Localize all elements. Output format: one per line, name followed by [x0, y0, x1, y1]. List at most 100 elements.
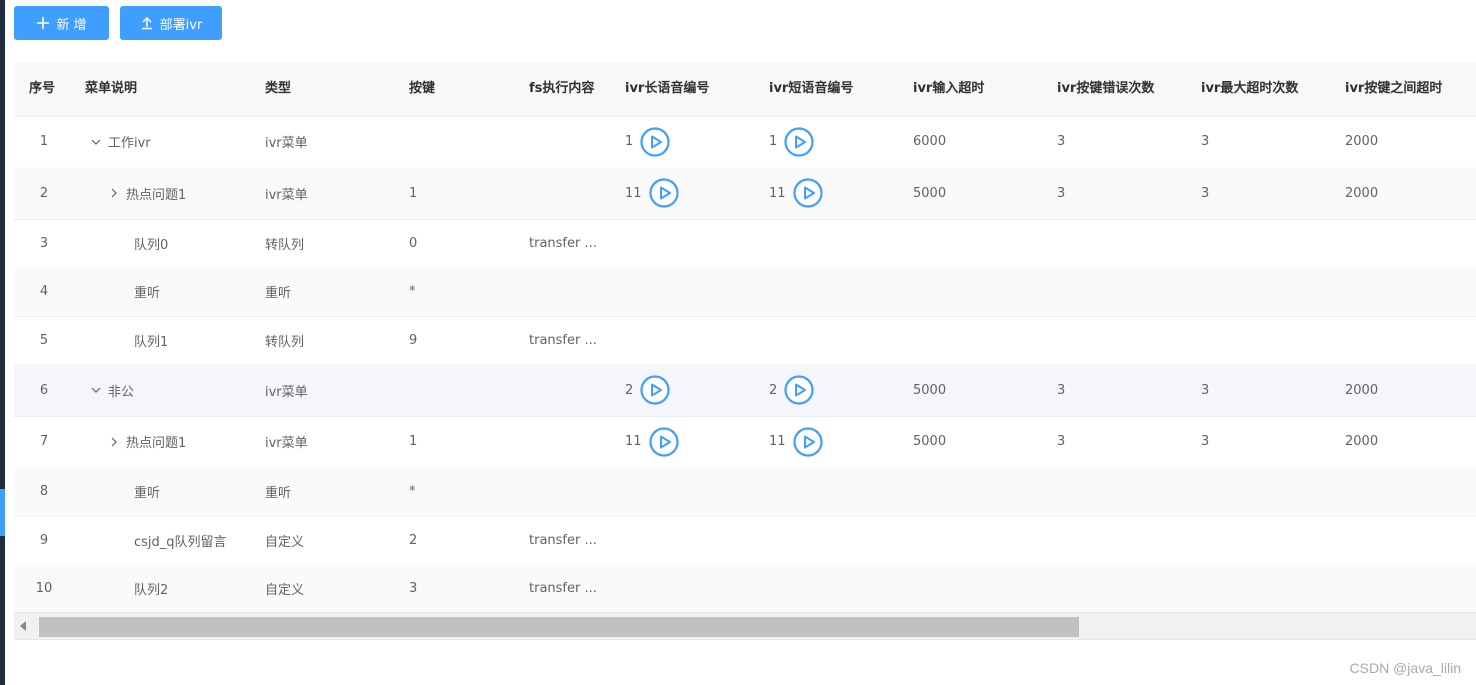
table-row[interactable]: 8 重听 重听 * [14, 467, 1476, 517]
header-max-timeouts[interactable]: ivr最大超时次数 [1201, 62, 1298, 116]
voice-id: 2 [625, 382, 634, 398]
header-long-voice[interactable]: ivr长语音编号 [625, 62, 709, 116]
cell-index: 5 [39, 332, 49, 348]
add-button[interactable]: 新 增 [14, 6, 109, 40]
cell-key: 0 [409, 235, 418, 251]
chevron-down-icon[interactable] [90, 136, 102, 148]
cell-key: * [409, 484, 416, 499]
play-icon[interactable] [640, 375, 670, 405]
cell-key: 1 [409, 185, 418, 201]
voice-id: 11 [625, 434, 642, 449]
header-input-timeout[interactable]: ivr输入超时 [913, 62, 984, 116]
menu-label: 队列0 [134, 237, 169, 253]
voice-id: 11 [769, 185, 786, 201]
cell-inter-key-timeout: 2000 [1345, 185, 1379, 201]
cell-key-errors: 3 [1057, 434, 1066, 449]
watermark: CSDN @java_lilin [1349, 660, 1461, 676]
cell-key: 1 [409, 434, 418, 449]
cell-inter-key-timeout: 2000 [1345, 434, 1379, 449]
ivr-menu-table: 序号 菜单说明 类型 按键 fs执行内容 ivr长语音编号 ivr短语音编号 i… [14, 62, 1476, 638]
header-key-errors[interactable]: ivr按键错误次数 [1057, 62, 1154, 116]
cell-key: 2 [409, 532, 418, 548]
cell-max-timeouts: 3 [1201, 134, 1210, 149]
table-row[interactable]: 3 队列0 转队列 0 transfer ... [14, 219, 1476, 268]
table-row[interactable]: 10 队列2 自定义 3 transfer ... [14, 564, 1476, 614]
table-row[interactable]: 9 csjd_q队列留言 自定义 2 transfer ... [14, 516, 1476, 565]
cell-short-voice: 1 [769, 116, 814, 167]
cell-index: 9 [39, 532, 49, 548]
header-menu[interactable]: 菜单说明 [85, 62, 137, 116]
header-inter-key-timeout[interactable]: ivr按键之间超时 [1345, 62, 1442, 116]
menu-label: 热点问题1 [126, 436, 187, 451]
sidebar-edge [0, 0, 5, 685]
scroll-left-arrow-icon[interactable] [20, 621, 26, 631]
toolbar: 新 增 部署ivr [14, 6, 233, 40]
cell-key: * [409, 284, 416, 299]
cell-type: 自定义 [265, 583, 305, 598]
cell-long-voice: 11 [625, 416, 679, 467]
cell-short-voice: 11 [769, 167, 823, 219]
cell-menu: 重听 [134, 467, 160, 516]
voice-id: 1 [625, 134, 634, 149]
upload-icon [140, 16, 154, 30]
cell-input-timeout: 5000 [913, 382, 947, 398]
cell-index: 4 [39, 284, 49, 299]
menu-label: 热点问题1 [126, 187, 187, 203]
cell-index: 3 [39, 235, 49, 251]
play-icon[interactable] [640, 126, 670, 157]
menu-label: 非公 [108, 384, 135, 400]
cell-type: 转队列 [265, 237, 305, 253]
table-header: 序号 菜单说明 类型 按键 fs执行内容 ivr长语音编号 ivr短语音编号 i… [14, 62, 1476, 117]
cell-type: 重听 [265, 286, 292, 301]
header-type[interactable]: 类型 [265, 62, 291, 116]
cell-fs: transfer ... [529, 235, 597, 251]
table-row[interactable]: 4 重听 重听 * [14, 267, 1476, 317]
chevron-right-icon[interactable] [108, 187, 120, 199]
cell-inter-key-timeout: 2000 [1345, 382, 1379, 398]
header-index[interactable]: 序号 [29, 62, 55, 116]
deploy-button-label: 部署ivr [159, 17, 203, 33]
table-row[interactable]: 5 队列1 转队列 9 transfer ... [14, 316, 1476, 365]
cell-long-voice: 11 [625, 167, 679, 219]
play-icon[interactable] [784, 375, 814, 405]
cell-type: ivr菜单 [265, 187, 308, 203]
voice-id: 1 [769, 134, 778, 149]
chevron-down-icon[interactable] [90, 384, 102, 396]
cell-input-timeout: 5000 [913, 185, 947, 201]
cell-type: ivr菜单 [265, 436, 308, 451]
play-icon[interactable] [648, 426, 679, 457]
cell-key: 3 [409, 581, 418, 596]
cell-fs: transfer ... [529, 332, 597, 348]
menu-label: 重听 [134, 286, 161, 301]
cell-key: 9 [409, 332, 418, 348]
table-row[interactable]: 1 工作ivr ivr菜单 1 1 6000 3 3 2000 [14, 116, 1476, 168]
table-row[interactable]: 6 非公 ivr菜单 2 2 5000 3 3 2000 [14, 364, 1476, 417]
plus-icon [36, 16, 50, 30]
header-key[interactable]: 按键 [409, 62, 435, 116]
cell-menu: 工作ivr [90, 116, 151, 167]
menu-label: csjd_q队列留言 [134, 534, 227, 550]
play-icon[interactable] [648, 178, 679, 208]
cell-inter-key-timeout: 2000 [1345, 134, 1379, 149]
cell-key-errors: 3 [1057, 185, 1066, 201]
cell-menu: 队列2 [134, 564, 168, 613]
menu-label: 重听 [134, 486, 161, 501]
play-icon[interactable] [792, 178, 823, 208]
table-row[interactable]: 2 热点问题1 ivr菜单 1 11 11 5000 3 3 2000 [14, 167, 1476, 220]
menu-label: 队列1 [134, 334, 169, 350]
table-row[interactable]: 7 热点问题1 ivr菜单 1 11 11 5000 3 3 2000 [14, 416, 1476, 468]
header-short-voice[interactable]: ivr短语音编号 [769, 62, 853, 116]
cell-max-timeouts: 3 [1201, 382, 1210, 398]
cell-max-timeouts: 3 [1201, 434, 1210, 449]
cell-short-voice: 2 [769, 364, 814, 416]
scrollbar-thumb[interactable] [39, 617, 1079, 637]
cell-index: 10 [35, 581, 53, 596]
chevron-right-icon[interactable] [108, 436, 120, 448]
play-icon[interactable] [792, 426, 823, 457]
deploy-ivr-button[interactable]: 部署ivr [120, 6, 222, 40]
horizontal-scrollbar[interactable] [14, 612, 1476, 640]
header-fs[interactable]: fs执行内容 [529, 62, 594, 116]
play-icon[interactable] [784, 126, 814, 157]
cell-menu: 热点问题1 [108, 416, 186, 467]
cell-long-voice: 2 [625, 364, 670, 416]
